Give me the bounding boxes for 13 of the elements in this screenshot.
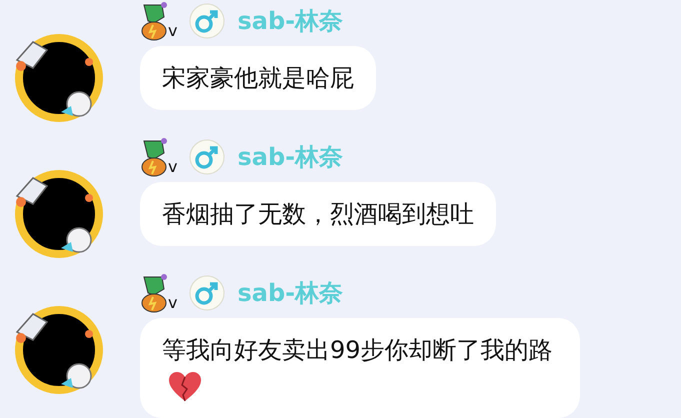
male-icon [189,275,226,311]
level-badge-text: v [168,21,178,40]
sender-name: sab-林奈 [237,278,344,309]
message-bubble: 等我向好友卖出99步你却断了我的路 [140,318,580,418]
level-badge-text: v [168,293,178,312]
male-icon [189,3,226,39]
message-bubble: 宋家豪他就是哈屁 [140,46,376,110]
broken-heart-icon [168,371,202,404]
level-badge-text: v [168,157,178,176]
sender-name: sab-林奈 [237,6,344,37]
male-icon [189,139,226,175]
sender-name: sab-林奈 [237,142,344,173]
message-bubble: 香烟抽了无数，烈酒喝到想吐 [140,182,496,246]
